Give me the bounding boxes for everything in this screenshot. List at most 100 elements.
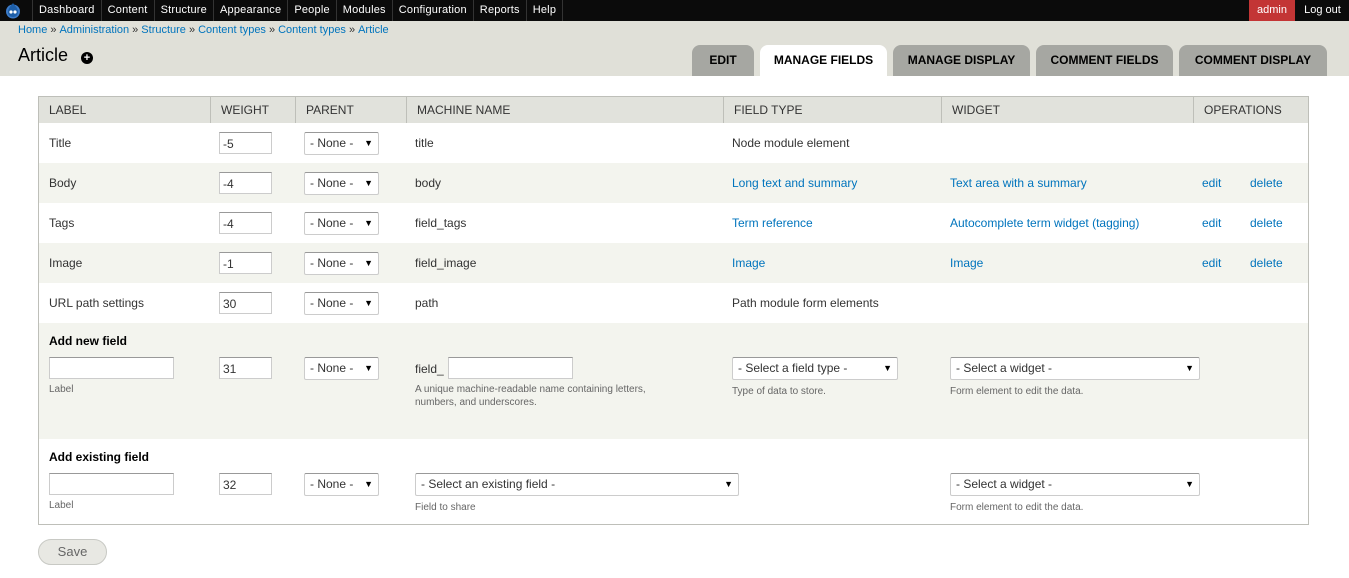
table-row: Body -4 - None - ▼ body Long text and sum… (39, 163, 1308, 203)
breadcrumb-structure[interactable]: Structure (141, 24, 186, 36)
row-machine-name: path (415, 296, 439, 310)
field-type-link[interactable]: Image (732, 243, 765, 283)
weight-input[interactable]: -1 (219, 252, 272, 274)
table-row: Tags -4 - None - ▼ field_tags Term refere… (39, 203, 1308, 243)
tab-manage-fields[interactable]: MANAGE FIELDS (760, 45, 887, 76)
new-field-widget-select[interactable]: - Select a widget - ▼ (950, 357, 1200, 380)
save-button[interactable]: Save (38, 539, 107, 565)
delete-link[interactable]: delete (1250, 163, 1283, 203)
header-widget: WIDGET (941, 97, 1193, 123)
tab-edit[interactable]: EDIT (692, 45, 754, 76)
breadcrumb-article[interactable]: Article (358, 24, 389, 36)
edit-link[interactable]: edit (1202, 163, 1221, 203)
dropdown-arrow-icon: ▼ (364, 258, 373, 268)
tab-comment-fields[interactable]: COMMENT FIELDS (1036, 45, 1173, 76)
dropdown-arrow-icon: ▼ (364, 479, 373, 489)
parent-select[interactable]: - None - ▼ (304, 212, 379, 235)
toolbar-item-structure[interactable]: Structure (153, 0, 213, 21)
header-parent: PARENT (295, 97, 406, 123)
fields-table-body: Title -5 - None - ▼ title Node module ele… (38, 123, 1309, 525)
parent-select[interactable]: - None - ▼ (304, 252, 379, 275)
toolbar-item-configuration[interactable]: Configuration (391, 0, 473, 21)
parent-select-value: - None - (310, 176, 354, 190)
breadcrumb: Home» Administration» Structure» Content ty… (18, 24, 389, 36)
row-machine-name: field_image (415, 256, 477, 270)
add-existing-field-row: Add existing field Label 32 - None - ▼ - … (39, 439, 1308, 524)
existing-field-widget-select[interactable]: - Select a widget - ▼ (950, 473, 1200, 496)
weight-input[interactable]: 30 (219, 292, 272, 314)
tab-comment-display[interactable]: COMMENT DISPLAY (1179, 45, 1327, 76)
toolbar-item-modules[interactable]: Modules (335, 0, 392, 21)
machine-name-desc-line2: numbers, and underscores. (415, 397, 537, 408)
dropdown-arrow-icon: ▼ (1185, 363, 1194, 373)
dropdown-arrow-icon: ▼ (1185, 479, 1194, 489)
dropdown-arrow-icon: ▼ (364, 138, 373, 148)
weight-input[interactable]: -5 (219, 132, 272, 154)
dropdown-arrow-icon: ▼ (364, 218, 373, 228)
user-link[interactable]: admin (1249, 0, 1295, 21)
row-machine-name: body (415, 176, 442, 190)
logout-link[interactable]: Log out (1296, 0, 1349, 21)
weight-input[interactable]: -4 (219, 212, 272, 234)
parent-select[interactable]: - None - ▼ (304, 172, 379, 195)
dropdown-arrow-icon: ▼ (724, 479, 733, 489)
new-field-parent-select[interactable]: - None - ▼ (304, 357, 379, 380)
header-operations: OPERATIONS (1193, 97, 1308, 123)
breadcrumb-content-types-2[interactable]: Content types (278, 24, 346, 36)
breadcrumb-home[interactable]: Home (18, 24, 47, 36)
field-type-desc: Type of data to store. (732, 386, 826, 397)
widget-link[interactable]: Text area with a summary (950, 163, 1087, 203)
existing-field-weight-input[interactable]: 32 (219, 473, 272, 495)
widget-link[interactable]: Image (950, 243, 983, 283)
toolbar-item-content[interactable]: Content (100, 0, 154, 21)
toolbar-item-help[interactable]: Help (525, 0, 564, 21)
delete-link[interactable]: delete (1250, 243, 1283, 283)
row-label: Title (49, 136, 72, 150)
new-field-label-input[interactable] (49, 357, 174, 379)
header-weight: WEIGHT (210, 97, 295, 123)
existing-field-parent-select[interactable]: - None - ▼ (304, 473, 379, 496)
field-type-select-value: - Select a field type - (738, 361, 848, 375)
widget-select-value: - Select a widget - (956, 361, 1053, 375)
table-header: LABEL WEIGHT PARENT MACHINE NAME FIELD T… (38, 96, 1309, 124)
new-field-label-desc: Label (49, 384, 74, 395)
weight-input[interactable]: -4 (219, 172, 272, 194)
breadcrumb-administration[interactable]: Administration (59, 24, 129, 36)
field-type-link[interactable]: Term reference (732, 203, 813, 243)
row-field-type: Node module element (732, 136, 850, 150)
delete-link[interactable]: delete (1250, 203, 1283, 243)
widget-select-value: - Select a widget - (956, 477, 1053, 491)
machine-name-desc-line1: A unique machine-readable name containin… (415, 384, 646, 395)
drupal-home-icon[interactable] (4, 2, 22, 19)
existing-field-widget-desc: Form element to edit the data. (950, 502, 1084, 513)
tab-manage-display[interactable]: MANAGE DISPLAY (893, 45, 1030, 76)
new-field-machine-name-input[interactable] (448, 357, 573, 379)
parent-select-value: - None - (310, 136, 354, 150)
existing-field-label-input[interactable] (49, 473, 174, 495)
field-type-select[interactable]: - Select a field type - ▼ (732, 357, 898, 380)
header-field-type: FIELD TYPE (723, 97, 941, 123)
row-machine-name: title (415, 136, 434, 150)
toolbar-item-appearance[interactable]: Appearance (213, 0, 287, 21)
existing-field-label-desc: Label (49, 500, 74, 511)
breadcrumb-separator: » (50, 24, 57, 36)
page-header: Home» Administration» Structure» Content ty… (0, 21, 1349, 76)
toolbar-menu: Dashboard Content Structure Appearance P… (32, 0, 564, 21)
row-label: Body (49, 176, 77, 190)
breadcrumb-content-types[interactable]: Content types (198, 24, 266, 36)
widget-link[interactable]: Autocomplete term widget (tagging) (950, 203, 1139, 243)
parent-select[interactable]: - None - ▼ (304, 132, 379, 155)
toolbar-item-reports[interactable]: Reports (472, 0, 526, 21)
toolbar-item-people[interactable]: People (287, 0, 335, 21)
parent-select[interactable]: - None - ▼ (304, 292, 379, 315)
toolbar-item-dashboard[interactable]: Dashboard (32, 0, 101, 21)
parent-select-value: - None - (310, 477, 354, 491)
edit-link[interactable]: edit (1202, 203, 1221, 243)
new-field-weight-input[interactable]: 31 (219, 357, 272, 379)
header-label: LABEL (49, 103, 87, 117)
existing-field-select[interactable]: - Select an existing field - ▼ (415, 473, 739, 496)
field-type-link[interactable]: Long text and summary (732, 163, 857, 203)
add-new-field-row: Add new field Label 31 - None - ▼ field_ … (39, 323, 1308, 439)
edit-link[interactable]: edit (1202, 243, 1221, 283)
table-row: Title -5 - None - ▼ title Node module ele… (39, 123, 1308, 163)
